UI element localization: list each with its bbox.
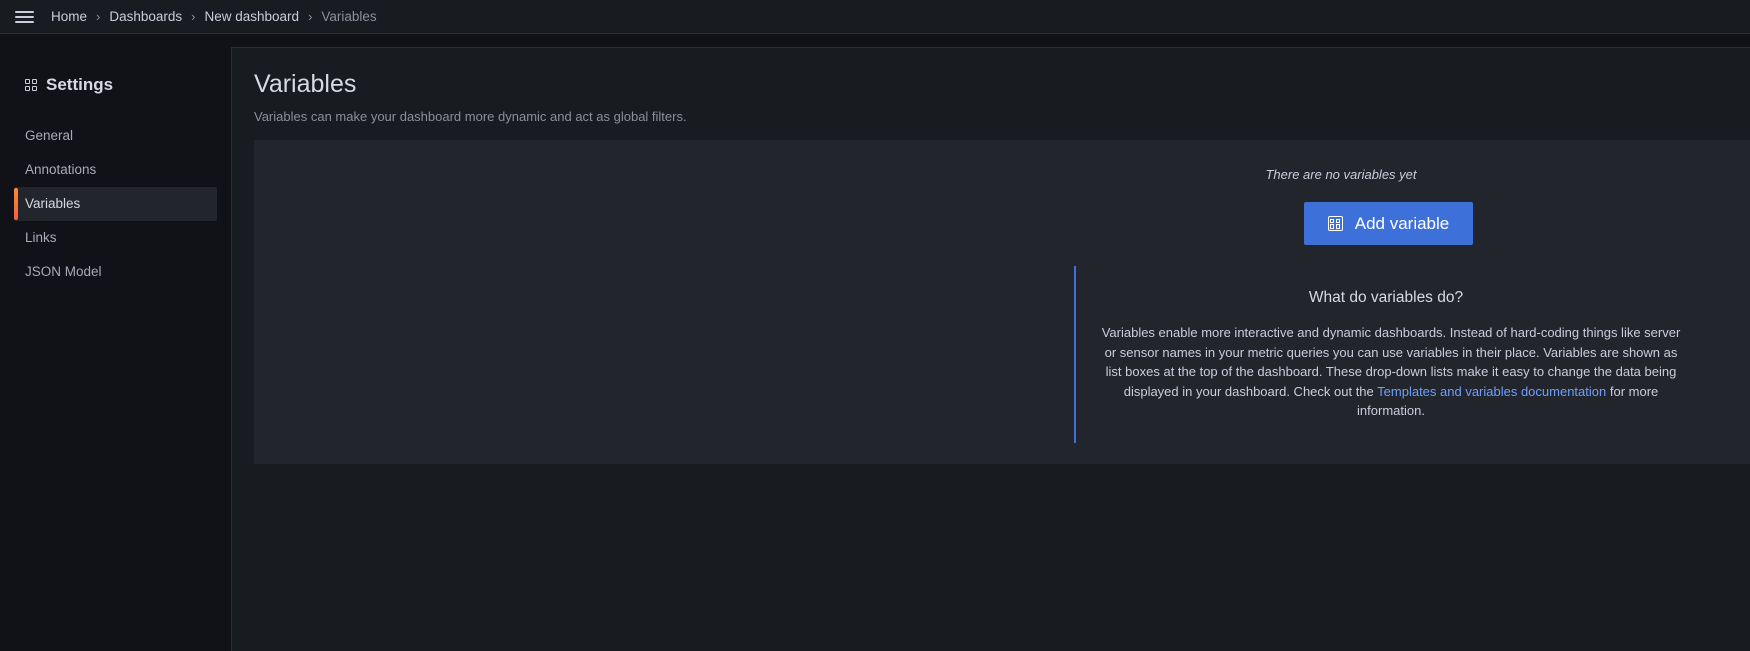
info-callout: What do variables do? Variables enable m…	[1074, 266, 1680, 443]
chevron-right-icon: ›	[191, 9, 196, 24]
add-variable-label: Add variable	[1354, 213, 1450, 233]
settings-sidebar: Settings General Annotations Variables L…	[0, 47, 231, 651]
settings-title-label: Settings	[46, 75, 114, 94]
sidebar-item-general[interactable]: General	[14, 119, 217, 153]
sidebar-item-json-model[interactable]: JSON Model	[14, 255, 217, 289]
sidebar-item-annotations[interactable]: Annotations	[14, 153, 217, 187]
add-variable-button[interactable]: Add variable	[1304, 202, 1473, 245]
breadcrumb-dashboards[interactable]: Dashboards	[109, 9, 182, 24]
top-bar: Home › Dashboards › New dashboard › Vari…	[0, 0, 1750, 34]
settings-heading: Settings	[25, 75, 113, 95]
page-title: Variables	[254, 70, 357, 98]
sidebar-item-links[interactable]: Links	[14, 221, 217, 255]
chevron-right-icon: ›	[96, 9, 101, 24]
empty-state-message: There are no variables yet	[1265, 167, 1417, 182]
breadcrumb-new-dashboard[interactable]: New dashboard	[205, 9, 300, 24]
settings-nav: General Annotations Variables Links JSON…	[14, 119, 217, 289]
main-content: Variables Variables can make your dashbo…	[231, 47, 1750, 651]
chevron-right-icon: ›	[308, 9, 313, 24]
breadcrumb-home[interactable]: Home	[51, 9, 87, 24]
breadcrumb: Home › Dashboards › New dashboard › Vari…	[51, 9, 377, 24]
templates-documentation-link[interactable]: Templates and variables documentation	[1377, 384, 1606, 399]
hamburger-menu-icon[interactable]	[15, 9, 35, 25]
info-title: What do variables do?	[1308, 289, 1464, 306]
breadcrumb-current: Variables	[321, 9, 377, 24]
empty-state-panel: There are no variables yet Add variable …	[254, 140, 1750, 464]
page-subtitle: Variables can make your dashboard more d…	[254, 109, 687, 124]
apps-grid-icon	[25, 78, 38, 92]
info-text: Variables enable more interactive and dy…	[1096, 323, 1686, 421]
sidebar-item-variables[interactable]: Variables	[14, 187, 217, 221]
calculator-icon	[1327, 216, 1343, 231]
